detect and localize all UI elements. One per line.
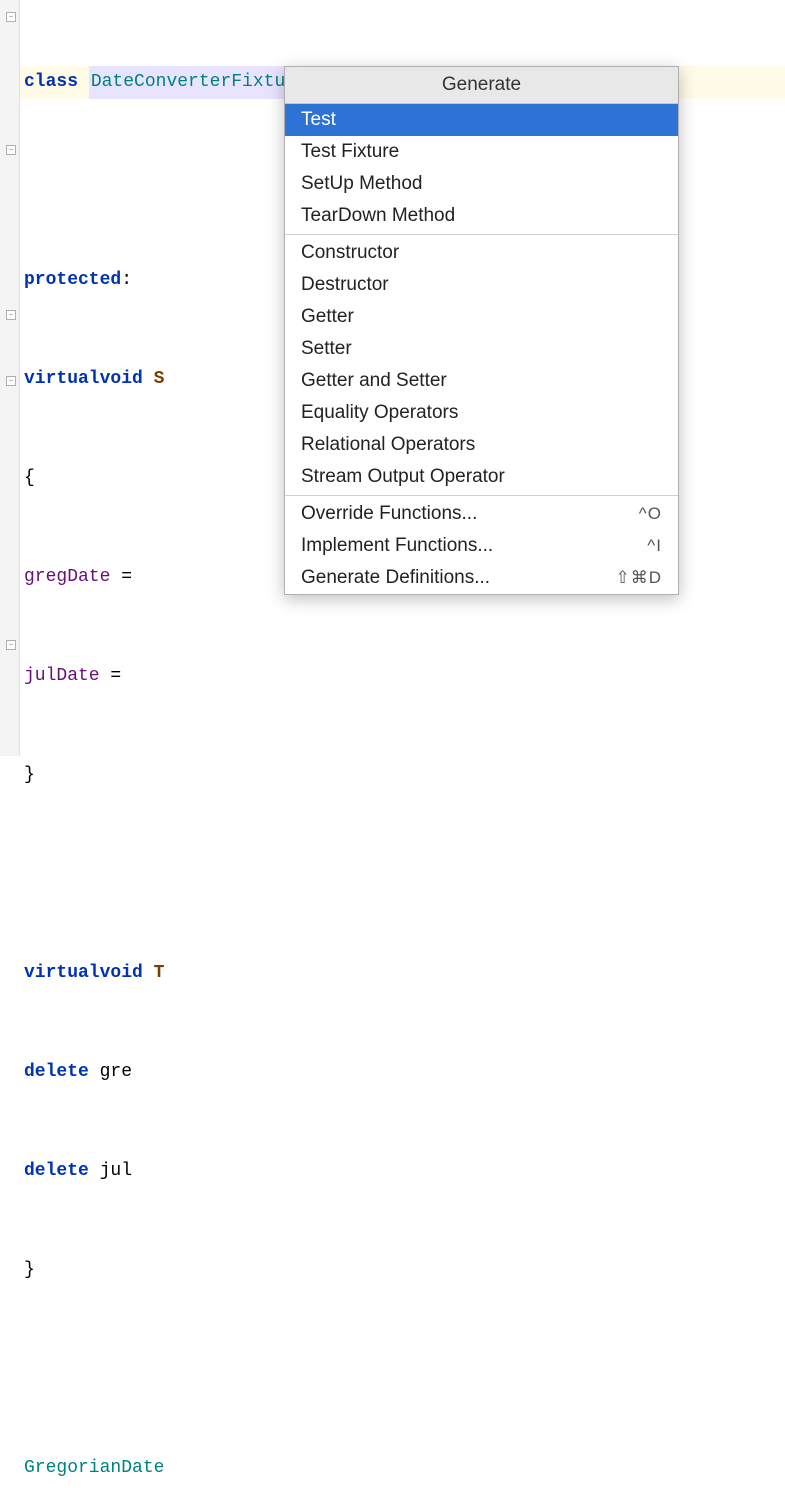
popup-item-implement-functions[interactable]: Implement Functions...^I bbox=[285, 530, 678, 562]
code-line: } bbox=[24, 1254, 785, 1287]
generate-popup: Generate Test Test Fixture SetUp Method … bbox=[284, 66, 679, 595]
popup-item-relational-operators[interactable]: Relational Operators bbox=[285, 429, 678, 461]
shortcut-label: ^O bbox=[639, 504, 662, 524]
popup-item-constructor[interactable]: Constructor bbox=[285, 237, 678, 269]
code-line: delete jul bbox=[24, 1155, 785, 1188]
popup-item-setter[interactable]: Setter bbox=[285, 333, 678, 365]
code-line: } bbox=[24, 759, 785, 792]
code-line: GregorianDate bbox=[24, 1452, 785, 1485]
fold-marker-icon[interactable]: − bbox=[6, 310, 16, 320]
code-line bbox=[24, 1353, 785, 1386]
editor-gutter: − − − − − bbox=[0, 0, 20, 756]
code-line: delete gre bbox=[24, 1056, 785, 1089]
fold-marker-icon[interactable]: − bbox=[6, 12, 16, 22]
popup-separator bbox=[285, 234, 678, 235]
popup-item-getter[interactable]: Getter bbox=[285, 301, 678, 333]
popup-item-setup-method[interactable]: SetUp Method bbox=[285, 168, 678, 200]
shortcut-label: ⇧⌘D bbox=[615, 568, 662, 588]
popup-separator bbox=[285, 495, 678, 496]
popup-item-test-fixture[interactable]: Test Fixture bbox=[285, 136, 678, 168]
class-name: DateConverterFixture bbox=[89, 66, 309, 99]
keyword-class: class bbox=[24, 66, 78, 99]
popup-item-stream-output[interactable]: Stream Output Operator bbox=[285, 461, 678, 493]
popup-item-equality-operators[interactable]: Equality Operators bbox=[285, 397, 678, 429]
popup-item-teardown-method[interactable]: TearDown Method bbox=[285, 200, 678, 232]
fold-marker-icon[interactable]: − bbox=[6, 640, 16, 650]
shortcut-label: ^I bbox=[647, 536, 662, 556]
fold-marker-icon[interactable]: − bbox=[6, 145, 16, 155]
fold-marker-icon[interactable]: − bbox=[6, 376, 16, 386]
popup-item-generate-definitions[interactable]: Generate Definitions...⇧⌘D bbox=[285, 562, 678, 594]
popup-item-test[interactable]: Test bbox=[285, 104, 678, 136]
code-line: virtual void T bbox=[24, 957, 785, 990]
popup-item-getter-setter[interactable]: Getter and Setter bbox=[285, 365, 678, 397]
popup-item-override-functions[interactable]: Override Functions...^O bbox=[285, 498, 678, 530]
code-line bbox=[24, 858, 785, 891]
popup-title: Generate bbox=[285, 67, 678, 104]
popup-item-destructor[interactable]: Destructor bbox=[285, 269, 678, 301]
code-line: julDate = bbox=[24, 660, 785, 693]
